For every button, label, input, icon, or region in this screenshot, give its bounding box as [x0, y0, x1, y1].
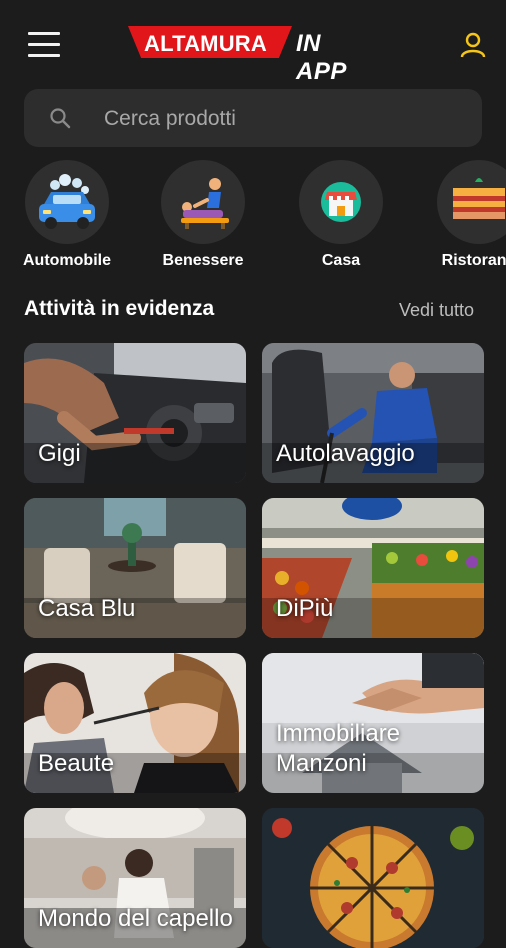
hamburger-menu-icon[interactable] [28, 30, 62, 58]
featured-section-title: Attività in evidenza [24, 297, 215, 320]
featured-card-gigi[interactable]: Gigi [24, 343, 246, 483]
massage-icon [181, 178, 229, 229]
category-label: Casa [321, 252, 361, 269]
featured-card-autolavaggio[interactable]: Autolavaggio [262, 343, 484, 483]
logo-main-text: ALTAMURA [144, 31, 267, 56]
card-title: Mondo del capello [38, 905, 233, 932]
featured-card-pizzeria[interactable] [262, 808, 484, 948]
category-benessere-circle [161, 160, 245, 244]
card-image [262, 808, 484, 948]
category-casa[interactable]: Casa [271, 158, 411, 276]
logo-red-banner: ALTAMURA [128, 26, 292, 58]
car-wash-icon [39, 174, 95, 229]
app-header: ALTAMURA IN APP [0, 0, 506, 88]
category-label: Ristoranti [441, 252, 506, 269]
featured-card-mondo-del-capello[interactable]: Mondo del capello [24, 808, 246, 948]
featured-card-dipiu[interactable]: DiPiù [262, 498, 484, 638]
card-title: Immobiliare Manzoni [276, 720, 401, 777]
card-title: Beaute [38, 750, 115, 777]
category-ristoranti[interactable]: Ristoranti [409, 158, 506, 276]
category-label: Automobile [23, 252, 111, 269]
search-icon [50, 108, 71, 129]
card-title: Casa Blu [38, 595, 136, 622]
card-title: Autolavaggio [276, 440, 415, 467]
featured-card-casa-blu[interactable]: Casa Blu [24, 498, 246, 638]
category-carousel[interactable]: Automobile Benessere Casa Ristoran [0, 158, 506, 278]
featured-grid: Gigi Autolavaggio Casa Blu DiPiù Beaute … [24, 343, 484, 948]
category-benessere[interactable]: Benessere [133, 158, 273, 276]
search-input[interactable] [102, 101, 466, 137]
category-automobile-circle [25, 160, 109, 244]
logo-suffix-text: IN APP [296, 30, 347, 85]
see-all-link[interactable]: Vedi tutto [399, 300, 474, 321]
category-label: Benessere [162, 252, 244, 269]
card-title: Gigi [38, 440, 81, 467]
lasagna-food-icon [453, 178, 505, 219]
featured-card-immobiliare-manzoni[interactable]: Immobiliare Manzoni [262, 653, 484, 793]
category-automobile[interactable]: Automobile [0, 158, 137, 276]
featured-card-beaute[interactable]: Beaute [24, 653, 246, 793]
app-logo: ALTAMURA IN APP [128, 24, 378, 85]
category-ristoranti-circle [437, 160, 506, 244]
shop-store-icon [321, 182, 361, 222]
category-casa-circle [299, 160, 383, 244]
search-bar[interactable] [24, 89, 482, 147]
card-title: DiPiù [276, 595, 334, 622]
user-profile-icon[interactable] [458, 30, 488, 60]
